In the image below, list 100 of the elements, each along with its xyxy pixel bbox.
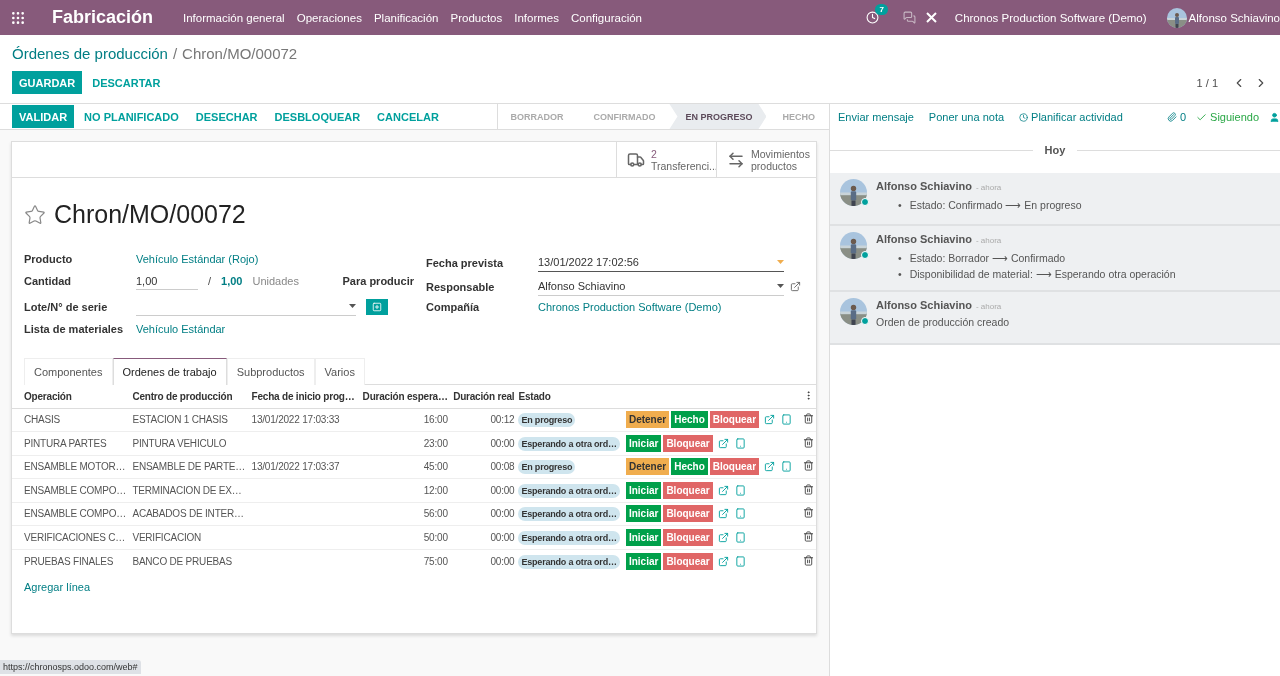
action-button[interactable]: VALIDAR [12,105,75,128]
field-label: Producto [24,253,74,265]
field-label: Lista de materiales [24,323,125,335]
row-action-button[interactable]: Iniciar [625,481,662,499]
bullet: • [898,268,902,280]
column-header[interactable]: Duración real [449,385,517,408]
status-badge: Esperando a otra ord… [518,554,620,569]
message-author[interactable]: Alfonso Schiavino [876,299,972,311]
message-time: - ahora [975,183,1002,192]
attachment-count[interactable]: 0 [1166,111,1187,123]
row-action-button[interactable]: Iniciar [625,552,662,570]
log-note-link[interactable]: Poner una nota [928,111,1005,123]
row-action-button[interactable]: Bloquear [709,458,760,476]
breadcrumb-link[interactable]: Órdenes de producción [12,44,168,62]
action-button[interactable]: CANCELAR [370,105,446,128]
change-item: Disponibilidad de material: ⟶ Esperando otra operación [909,268,1176,280]
action-button[interactable]: NO PLANIFICADO [77,105,186,128]
menu-item[interactable]: Operaciones [296,11,362,24]
row-action-button[interactable]: Hecho [671,458,708,476]
row-action-button[interactable]: Detener [625,411,670,429]
record-title: Chron/MO/00072 [54,200,246,229]
table-cell: PINTURA VEHICULO [130,431,250,455]
row-action-button[interactable]: Iniciar [625,528,662,546]
message-time: - ahora [975,236,1002,245]
column-header[interactable]: Operación [12,385,131,408]
menu-item[interactable]: Productos [450,11,503,24]
bullet: • [898,252,902,264]
table-cell: PRUEBAS FINALES [12,549,131,573]
company-name[interactable]: Chronos Production Software (Demo) [954,11,1147,24]
schedule-activity-link[interactable]: Planificar actividad [1019,111,1123,123]
table-cell: 00:00 [449,478,517,502]
tab[interactable]: Varios [314,358,365,385]
responsible-select[interactable]: Alfonso Schiavino [538,277,784,296]
menu-item[interactable]: Informes [514,11,559,24]
message-author[interactable]: Alfonso Schiavino [876,180,972,192]
row-action-button[interactable]: Bloquear [663,481,713,499]
smart-button[interactable]: 2 Transferenci... [616,142,716,177]
row-action-button[interactable]: Bloquear [663,434,713,452]
table-cell: 12:00 [358,478,450,502]
row-action-button[interactable]: Iniciar [625,434,662,452]
app-title: Fabricación [52,7,154,28]
table-cell: 56:00 [358,502,450,526]
menu-item[interactable]: Planificación [373,11,439,24]
user-name[interactable]: Alfonso Schiavino [1188,11,1280,24]
tab[interactable]: Subproductos [226,358,315,385]
table-cell: 45:00 [358,455,450,479]
row-action-button[interactable]: Iniciar [625,505,662,523]
action-button[interactable]: DESBLOQUEAR [267,105,368,128]
field-label: Fecha prevista [426,256,505,269]
date-field[interactable]: 13/01/2022 17:02:56 [538,253,784,272]
row-action-button[interactable]: Detener [625,458,670,476]
change-item: Estado: Borrador ⟶ Confirmado [909,252,1066,264]
discard-button[interactable]: DESCARTAR [85,71,168,94]
count-badge: 7 [875,4,888,15]
follow-button[interactable]: Siguiendo [1196,111,1259,123]
row-action-button[interactable]: Bloquear [663,552,713,570]
row-action-button[interactable]: Bloquear [663,505,713,523]
bom-link[interactable]: Vehículo Estándar [136,323,414,335]
status-badge: En progreso [518,460,576,475]
row-action-button[interactable]: Bloquear [663,528,713,546]
column-header[interactable]: Centro de producción [130,385,250,408]
tab[interactable]: Ordenes de trabajo [112,358,227,385]
table-cell: ENSAMBLE COMPO… [12,502,131,526]
table-cell: ENSAMBLE COMPO… [12,478,131,502]
row-action-button[interactable]: Hecho [671,411,708,429]
field-label: Para producir [342,275,414,287]
separator: / [208,275,212,287]
add-line-link[interactable]: Agregar línea [24,580,816,593]
quantity-total: 1,00 [221,275,243,287]
tab[interactable]: Componentes [24,358,113,385]
column-header[interactable]: Estado [516,385,624,408]
breadcrumb-separator: / [172,44,178,62]
product-link[interactable]: Vehículo Estándar (Rojo) [136,253,414,265]
menu-item[interactable]: Configuración [571,11,642,24]
status-stage[interactable]: EN PROGRESO [669,104,767,129]
smart-button[interactable]: Movimientos productos [716,142,816,177]
message-author[interactable]: Alfonso Schiavino [876,233,972,245]
save-button[interactable]: GUARDAR [12,71,83,94]
status-badge: Esperando a otra ord… [518,436,620,451]
table-cell: VERIFICACIONES C… [12,525,131,549]
table-cell: TERMINACION DE EX… [130,478,250,502]
company-link[interactable]: Chronos Production Software (Demo) [538,301,804,313]
table-cell: 13/01/2022 17:03:37 [249,455,359,479]
table-cell: ESTACION 1 CHASIS [130,408,250,432]
table-cell: 00:08 [449,455,517,479]
link-preview: https://chronosps.odoo.com/web# [0,660,141,674]
change-item: Estado: Confirmado ⟶ En progreso [909,199,1082,211]
row-action-button[interactable]: Bloquear [709,411,760,429]
breadcrumb-current: Chron/MO/00072 [182,44,298,62]
menu-item[interactable]: Información general [183,11,285,24]
message-time: - ahora [975,302,1002,311]
table-cell: VERIFICACION [130,525,250,549]
table-cell: PINTURA PARTES [12,431,131,455]
table-cell: ENSAMBLE MOTOR… [12,455,131,479]
action-button[interactable]: DESECHAR [188,105,265,128]
column-header[interactable]: Duración espera… [358,385,450,408]
column-header[interactable]: Fecha de inicio prog… [249,385,359,408]
send-message-link[interactable]: Enviar mensaje [838,111,914,123]
status-badge: Esperando a otra ord… [518,483,620,498]
table-cell: ENSAMBLE DE PARTE… [130,455,250,479]
